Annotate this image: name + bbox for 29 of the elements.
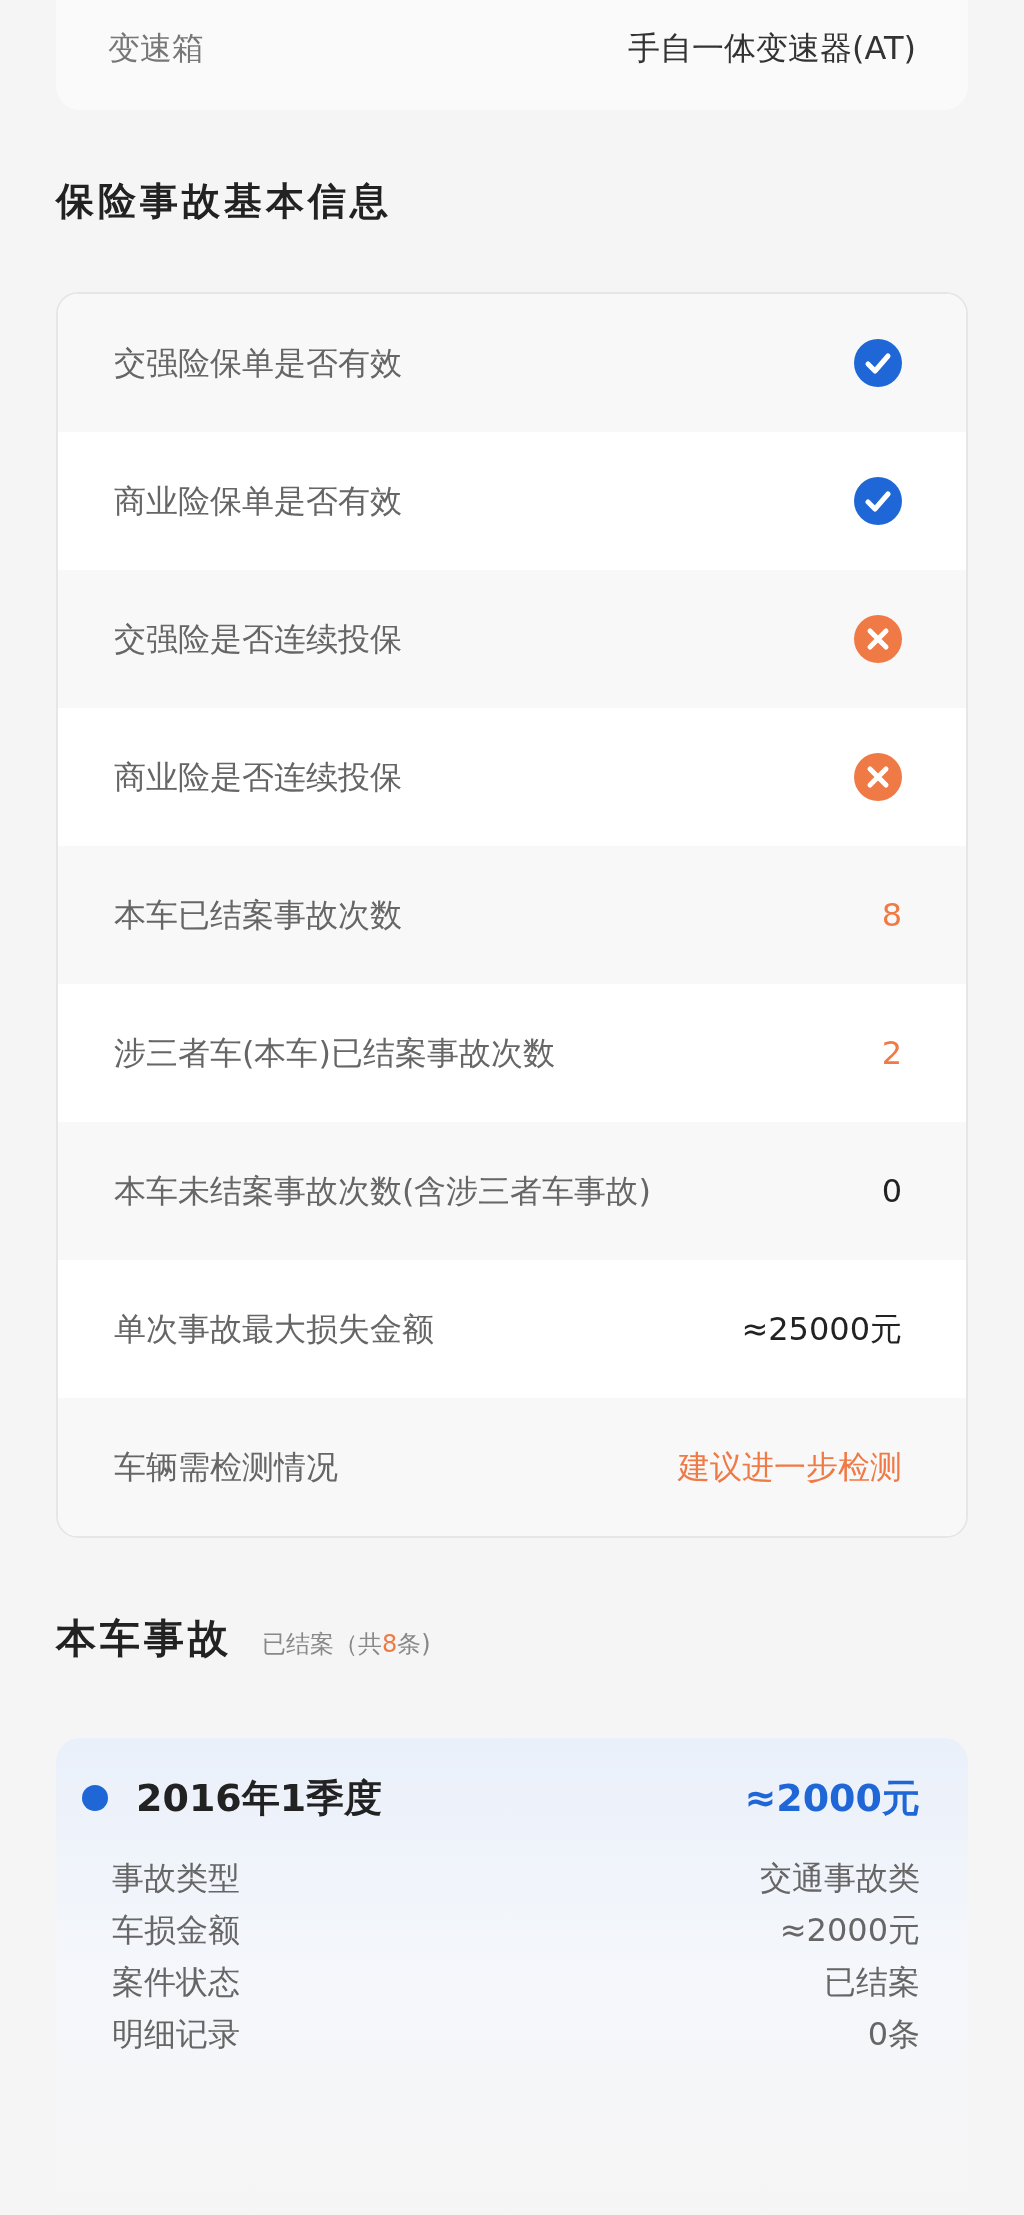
row-value: 2 — [881, 1033, 902, 1074]
row-label: 商业险是否连续投保 — [114, 757, 402, 798]
row-label: 单次事故最大损失金额 — [114, 1309, 434, 1350]
row-value: 0 — [881, 1171, 902, 1212]
section-subtitle: 已结案（共8条) — [262, 1629, 431, 1660]
detail-value: 0条 — [867, 2014, 920, 2055]
row-label: 涉三者车(本车)已结案事故次数 — [114, 1033, 555, 1074]
detail-value: 交通事故类 — [760, 1858, 920, 1899]
row-value: ≈25000元 — [741, 1309, 902, 1350]
row-label: 商业险保单是否有效 — [114, 481, 402, 522]
row-value: 建议进一步检测 — [678, 1447, 902, 1488]
row-label: 车辆需检测情况 — [114, 1447, 338, 1488]
field-label: 变速箱 — [108, 28, 204, 69]
detail-label: 明细记录 — [112, 2014, 240, 2055]
detail-label: 车损金额 — [112, 1910, 240, 1951]
detail-value: 已结案 — [824, 1962, 920, 2003]
detail-value: ≈2000元 — [779, 1910, 920, 1951]
row-label: 交强险保单是否有效 — [114, 343, 402, 384]
detail-label: 事故类型 — [112, 1858, 240, 1899]
accident-period: 2016年1季度 — [136, 1774, 383, 1822]
field-value: 手自一体变速器(AT) — [628, 28, 916, 69]
section-title: 保险事故基本信息 — [56, 177, 392, 225]
accident-amount: ≈2000元 — [744, 1774, 920, 1822]
detail-label: 案件状态 — [112, 1962, 240, 2003]
row-label: 本车已结案事故次数 — [114, 895, 402, 936]
row-label: 本车未结案事故次数(含涉三者车事故) — [114, 1171, 651, 1212]
section-title: 本车事故 — [56, 1614, 232, 1663]
row-label: 交强险是否连续投保 — [114, 619, 402, 660]
row-value: 8 — [881, 895, 902, 936]
